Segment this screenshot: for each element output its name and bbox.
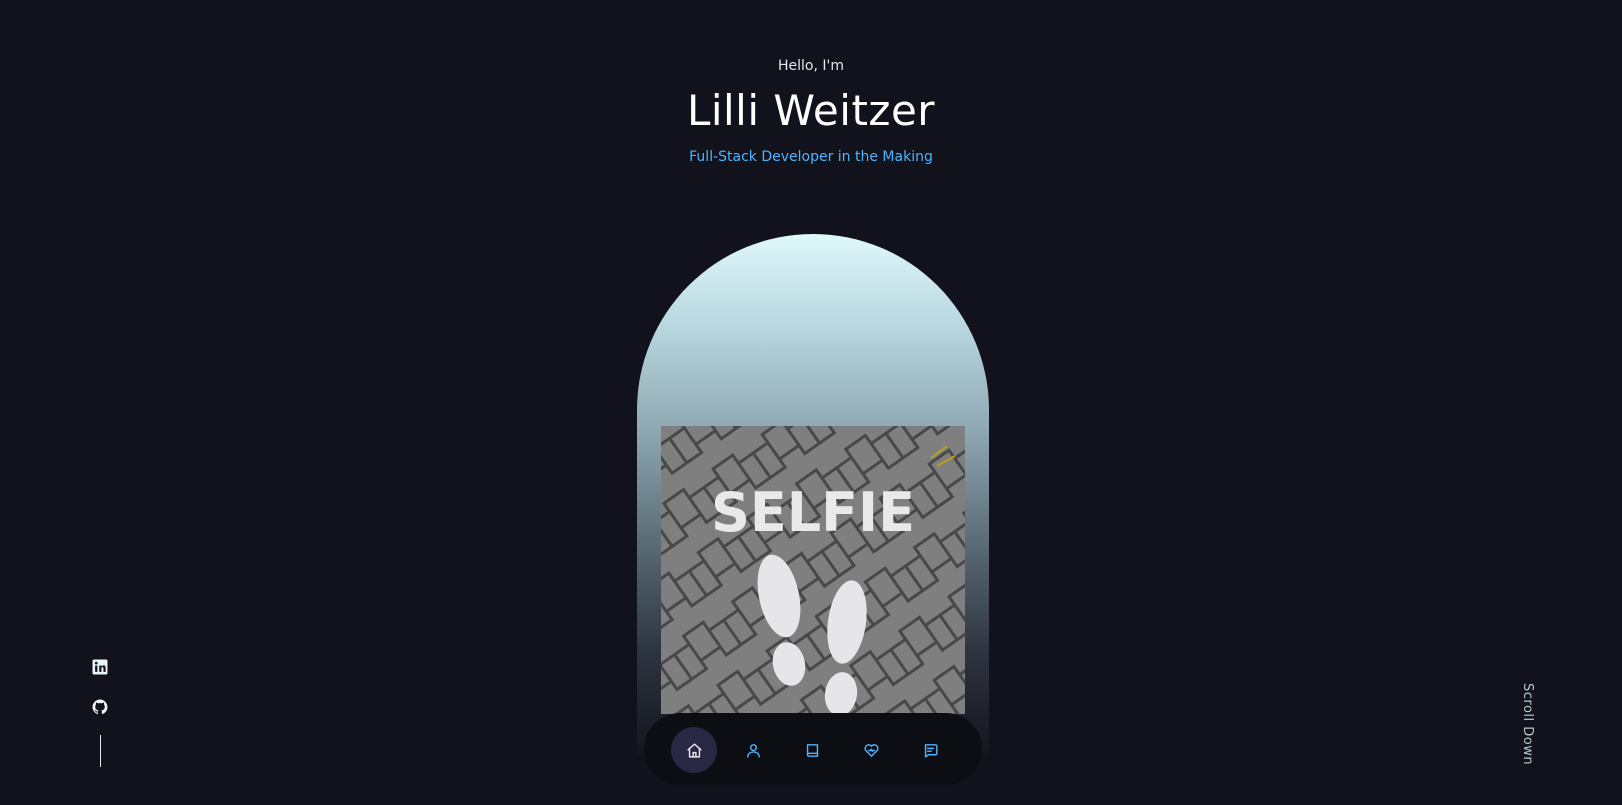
nav-about-button[interactable] [730, 727, 776, 773]
hero-name: Lilli Weitzer [686, 86, 936, 135]
page: Hello, I'm Lilli Weitzer Full-Stack Deve… [0, 0, 1622, 805]
selfie-painted-text: SELFIE [711, 481, 915, 544]
linkedin-icon[interactable] [91, 658, 109, 676]
hero-tagline: Full-Stack Developer in the Making [689, 149, 933, 165]
nav-contact-button[interactable] [907, 727, 953, 773]
scroll-down-link[interactable]: Scroll Down [1515, 683, 1535, 767]
user-icon [746, 743, 760, 758]
greeting-text: Hello, I'm [777, 58, 844, 74]
social-divider-line [100, 735, 101, 767]
bottom-nav-dock [644, 713, 982, 785]
profile-photo: SELFIE [661, 426, 965, 714]
nav-experience-button[interactable] [789, 727, 835, 773]
nav-services-button[interactable] [848, 727, 894, 773]
home-icon [686, 742, 702, 758]
heart-icon [863, 743, 879, 757]
github-icon[interactable] [91, 698, 109, 716]
nav-home-button[interactable] [671, 727, 717, 773]
selfie-footprints-image: SELFIE [661, 426, 965, 714]
book-icon [806, 743, 818, 757]
message-icon [924, 743, 938, 758]
